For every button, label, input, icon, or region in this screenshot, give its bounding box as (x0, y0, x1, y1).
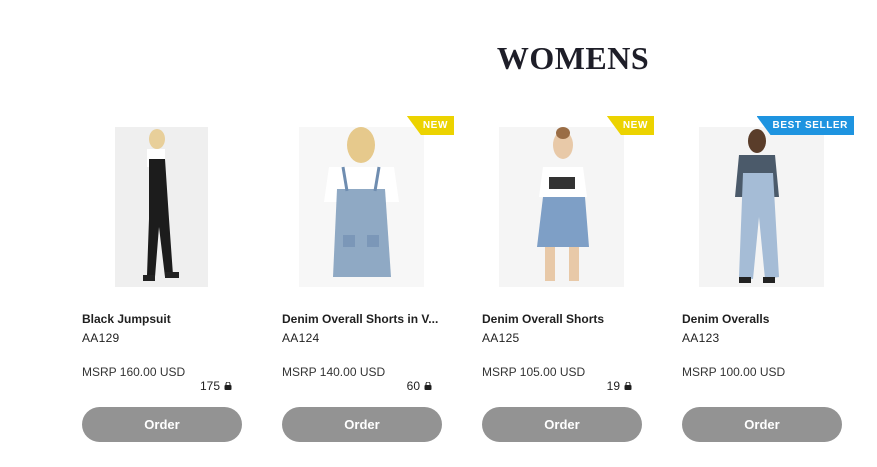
stock-value: 60 (406, 379, 420, 393)
stock-value: 175 (199, 379, 220, 393)
order-button[interactable]: Order (282, 407, 442, 442)
product-image-wrap[interactable]: NEW (282, 112, 454, 287)
best-seller-badge: BEST SELLER (756, 116, 854, 135)
lock-icon (624, 382, 632, 390)
stock-value: 19 (606, 379, 620, 393)
product-name[interactable]: Denim Overalls (682, 312, 842, 326)
product-card: NEW Denim Overall Shorts AA125 MSRP 105.… (482, 112, 662, 452)
product-name[interactable]: Black Jumpsuit (82, 312, 242, 326)
product-msrp: MSRP 100.00 USD (682, 365, 786, 379)
product-image[interactable] (115, 127, 208, 287)
product-sku: AA123 (682, 331, 720, 345)
lock-icon (424, 382, 432, 390)
order-button[interactable]: Order (682, 407, 842, 442)
product-image[interactable] (299, 127, 424, 287)
order-button[interactable]: Order (482, 407, 642, 442)
product-card: NEW Denim Overall Shorts in V... AA124 M… (282, 112, 462, 452)
product-msrp: MSRP 160.00 USD (82, 365, 186, 379)
product-image[interactable] (499, 127, 624, 287)
order-button[interactable]: Order (82, 407, 242, 442)
stock-count: 175 (200, 379, 232, 393)
stock-count: 60 (407, 379, 432, 393)
product-sku: AA129 (82, 331, 120, 345)
stock-count: 19 (607, 379, 632, 393)
product-sku: AA125 (482, 331, 520, 345)
product-msrp: MSRP 140.00 USD (282, 365, 386, 379)
product-name[interactable]: Denim Overall Shorts in V... (282, 312, 442, 326)
product-name[interactable]: Denim Overall Shorts (482, 312, 642, 326)
product-image-wrap[interactable] (82, 112, 242, 287)
product-image-wrap[interactable]: BEST SELLER (682, 112, 854, 287)
product-grid: Black Jumpsuit AA129 MSRP 160.00 USD 175… (0, 0, 877, 467)
product-image[interactable] (699, 127, 824, 287)
product-sku: AA124 (282, 331, 320, 345)
product-card: Black Jumpsuit AA129 MSRP 160.00 USD 175… (82, 112, 262, 452)
product-msrp: MSRP 105.00 USD (482, 365, 586, 379)
product-image-wrap[interactable]: NEW (482, 112, 654, 287)
lock-icon (224, 382, 232, 390)
product-card: BEST SELLER Denim Overalls AA123 MSRP 10… (682, 112, 862, 452)
